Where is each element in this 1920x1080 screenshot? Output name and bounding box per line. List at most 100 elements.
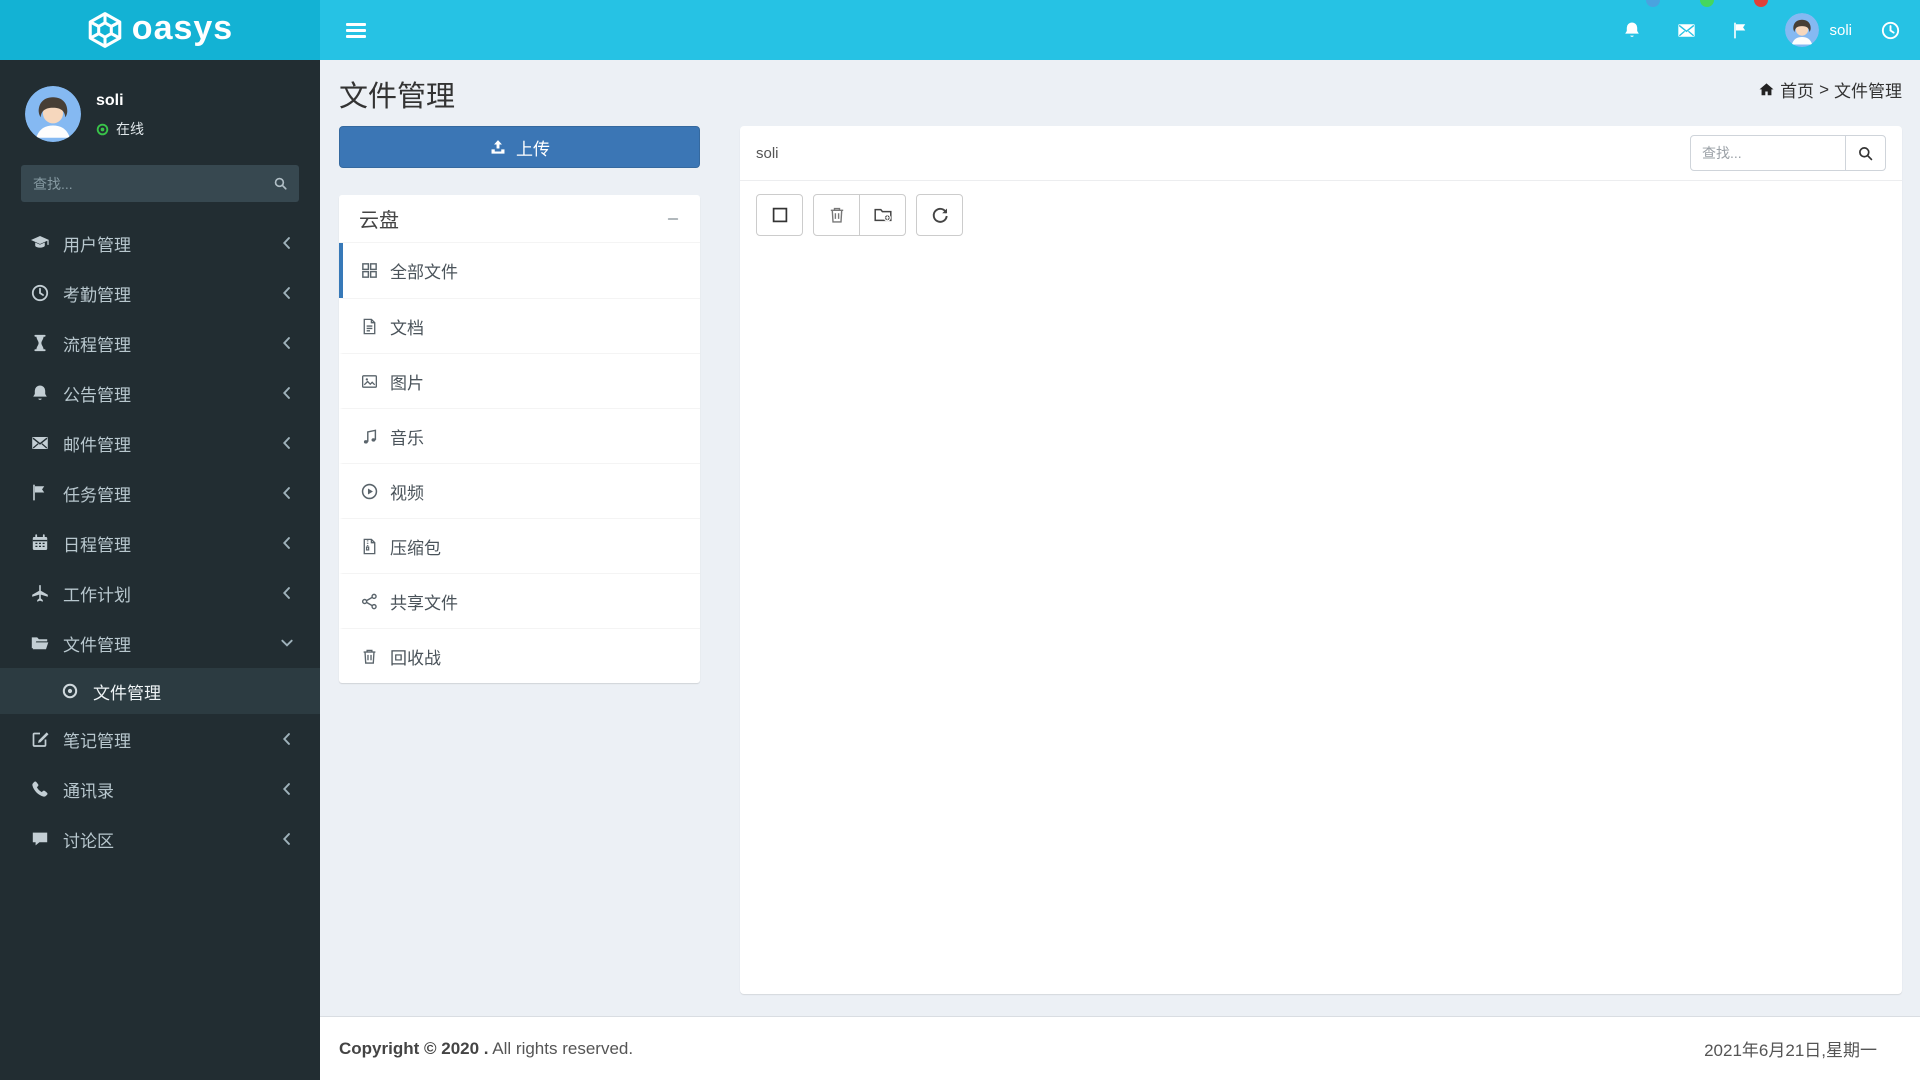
trash-icon: [360, 647, 379, 666]
sidebar-item-announcements[interactable]: 公告管理: [0, 368, 320, 418]
sidebar-user-panel: soli 在线: [0, 60, 320, 142]
cloud-column: 上传 云盘 全部文件 文档 图片 音乐 视频 压缩包 共享文件 回收战: [339, 126, 700, 994]
file-text-icon: [360, 317, 379, 336]
gem-icon: [87, 12, 123, 48]
chevron-left-icon: [278, 780, 296, 798]
file-list-empty-area: [740, 249, 1902, 994]
current-folder-label: soli: [756, 144, 779, 162]
comment-icon: [30, 829, 50, 849]
chevron-down-icon: [278, 634, 296, 652]
new-folder-button[interactable]: [859, 194, 906, 236]
clock-icon[interactable]: [1878, 0, 1902, 60]
collapse-button[interactable]: [660, 206, 686, 232]
task-badge: [1754, 0, 1769, 7]
chevron-left-icon: [278, 284, 296, 302]
sidebar-toggle-icon[interactable]: [346, 22, 366, 38]
cloud-disk-panel: 云盘 全部文件 文档 图片 音乐 视频 压缩包 共享文件 回收战: [339, 195, 700, 683]
sidebar-item-label: 考勤管理: [63, 285, 131, 305]
notification-badge: [1646, 0, 1661, 7]
copyright: Copyright © 2020 . All rights reserved.: [339, 1039, 633, 1059]
category-label: 文档: [390, 318, 424, 338]
messages-envelope-icon[interactable]: [1674, 0, 1715, 60]
sidebar-item-label: 文件管理: [63, 635, 131, 655]
category-label: 视频: [390, 483, 424, 503]
chevron-left-icon: [278, 584, 296, 602]
online-status-label: 在线: [116, 121, 144, 137]
share-icon: [360, 592, 379, 611]
clock-icon: [30, 283, 50, 303]
sidebar-item-label: 公告管理: [63, 385, 131, 405]
sidebar-item-label: 讨论区: [63, 831, 114, 851]
sidebar-item-files[interactable]: 文件管理: [0, 618, 320, 668]
folder-plus-icon: [873, 205, 893, 225]
upload-icon: [489, 138, 507, 156]
graduation-cap-icon: [30, 233, 50, 253]
cloud-panel-title: 云盘: [359, 210, 399, 232]
breadcrumb-home-link[interactable]: 首页: [1780, 77, 1814, 102]
sidebar-item-label: 用户管理: [63, 235, 131, 255]
folder-open-icon: [30, 633, 50, 653]
file-search-button[interactable]: [1845, 135, 1886, 171]
upload-button[interactable]: 上传: [339, 126, 700, 168]
sidebar-item-attendance[interactable]: 考勤管理: [0, 268, 320, 318]
category-archives[interactable]: 压缩包: [339, 518, 700, 573]
sidebar-submenu-files: 文件管理: [0, 668, 320, 714]
tasks-flag-icon[interactable]: [1728, 0, 1769, 60]
music-icon: [360, 427, 379, 446]
category-all-files[interactable]: 全部文件: [339, 243, 700, 298]
sidebar-item-users[interactable]: 用户管理: [0, 218, 320, 268]
file-actions-group: [813, 194, 906, 236]
sidebar-subitem-file-management[interactable]: 文件管理: [0, 668, 320, 714]
bullseye-icon: [60, 681, 80, 701]
sidebar-item-label: 流程管理: [63, 335, 131, 355]
category-shared-files[interactable]: 共享文件: [339, 573, 700, 628]
sidebar-search: [21, 165, 299, 202]
delete-button[interactable]: [813, 194, 860, 236]
sidebar-username: soli: [96, 92, 124, 109]
sidebar-item-tasks[interactable]: 任务管理: [0, 468, 320, 518]
square-icon: [770, 205, 790, 225]
select-all-button[interactable]: [756, 194, 803, 236]
avatar: [1785, 13, 1820, 47]
sidebar-item-process[interactable]: 流程管理: [0, 318, 320, 368]
sidebar-search-input[interactable]: [21, 175, 261, 192]
avatar: [25, 86, 81, 142]
sidebar-search-button[interactable]: [261, 165, 299, 202]
brand-logo[interactable]: oasys: [0, 0, 320, 60]
sidebar-item-label: 通讯录: [63, 781, 114, 801]
sidebar-item-schedule[interactable]: 日程管理: [0, 518, 320, 568]
category-recycle-bin[interactable]: 回收战: [339, 628, 700, 683]
topbar-username: soli: [1829, 21, 1852, 39]
chevron-left-icon: [278, 334, 296, 352]
category-images[interactable]: 图片: [339, 353, 700, 408]
category-documents[interactable]: 文档: [339, 298, 700, 353]
notifications-bell-icon[interactable]: [1620, 0, 1661, 60]
top-navbar: oasys soli: [0, 0, 1920, 60]
file-search-input[interactable]: [1690, 135, 1846, 171]
hourglass-icon: [30, 333, 50, 353]
zip-file-icon: [360, 537, 379, 556]
file-browser-column: soli: [740, 126, 1902, 994]
chevron-left-icon: [278, 534, 296, 552]
file-search: [1690, 135, 1886, 171]
main-content: 文件管理 首页 > 文件管理 上传 云盘 全部文件 文档 图片 音乐 视频 压缩…: [320, 60, 1920, 1080]
calendar-icon: [30, 533, 50, 553]
category-videos[interactable]: 视频: [339, 463, 700, 518]
phone-icon: [30, 779, 50, 799]
sidebar-item-contacts[interactable]: 通讯录: [0, 764, 320, 814]
category-music[interactable]: 音乐: [339, 408, 700, 463]
sidebar-item-notes[interactable]: 笔记管理: [0, 714, 320, 764]
sidebar-item-forum[interactable]: 讨论区: [0, 814, 320, 864]
sidebar-item-workplan[interactable]: 工作计划: [0, 568, 320, 618]
chevron-left-icon: [278, 484, 296, 502]
refresh-button[interactable]: [916, 194, 963, 236]
file-browser-panel: soli: [740, 126, 1902, 994]
bell-icon: [30, 383, 50, 403]
sidebar: soli 在线 用户管理 考: [0, 60, 320, 1080]
breadcrumb-separator: >: [1819, 79, 1829, 99]
sidebar-item-mail[interactable]: 邮件管理: [0, 418, 320, 468]
sidebar-item-label: 任务管理: [63, 485, 131, 505]
image-icon: [360, 372, 379, 391]
chevron-left-icon: [278, 234, 296, 252]
user-menu[interactable]: soli: [1785, 13, 1852, 47]
